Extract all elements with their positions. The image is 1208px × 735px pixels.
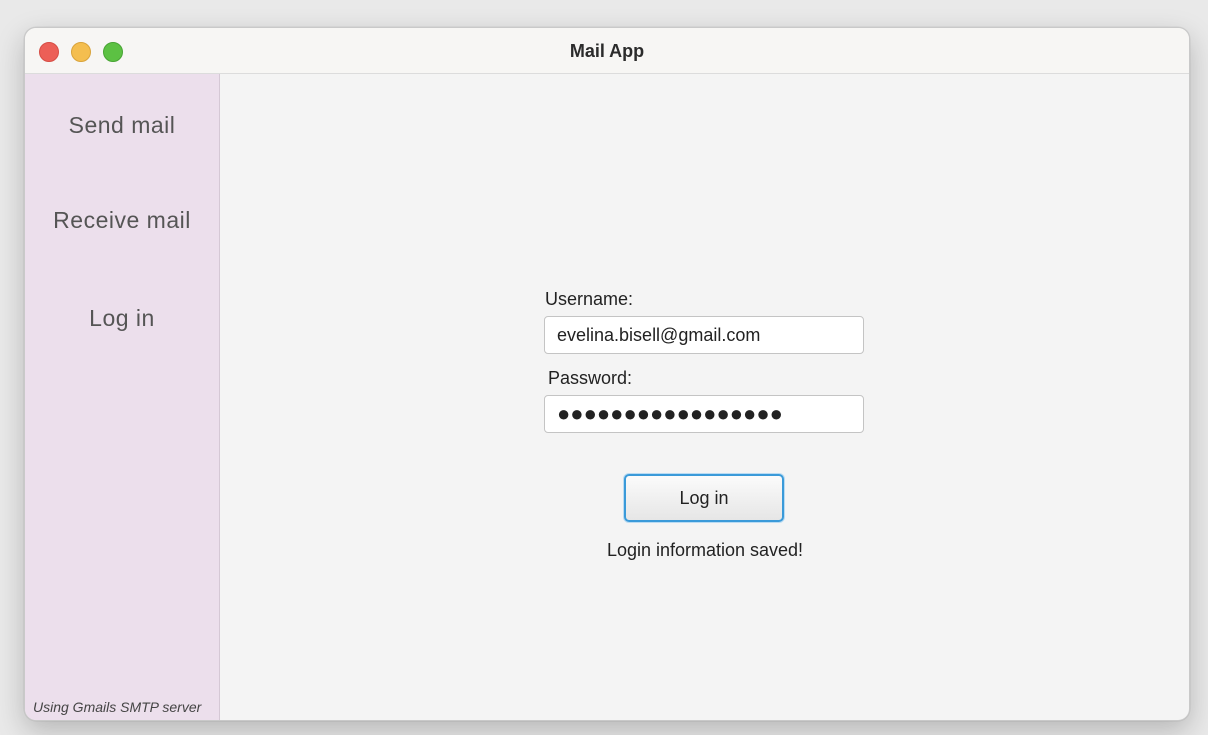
sidebar: Send mail Receive mail Log in Using Gmai… <box>25 74 220 720</box>
window-title: Mail App <box>569 41 645 61</box>
title-bar[interactable]: Mail App <box>25 28 1189 74</box>
app-window: Mail App Send mail Receive mail Log in U… <box>24 27 1190 721</box>
username-label: Username: <box>545 289 634 309</box>
sidebar-item-send-mail[interactable]: Send mail <box>25 112 219 139</box>
password-input[interactable]: ●●●●●●●●●●●●●●●●● <box>544 395 864 433</box>
status-message: Login information saved! <box>606 540 804 560</box>
login-button[interactable]: Log in <box>624 474 784 522</box>
smtp-server-note: Using Gmails SMTP server <box>33 699 202 715</box>
login-panel: Username: Password: ●●●●●●●●●●●●●●●●● Lo… <box>220 74 1189 720</box>
password-label: Password: <box>548 368 633 388</box>
sidebar-item-log-in[interactable]: Log in <box>25 305 219 332</box>
sidebar-item-receive-mail[interactable]: Receive mail <box>25 207 219 234</box>
username-input[interactable] <box>544 316 864 354</box>
